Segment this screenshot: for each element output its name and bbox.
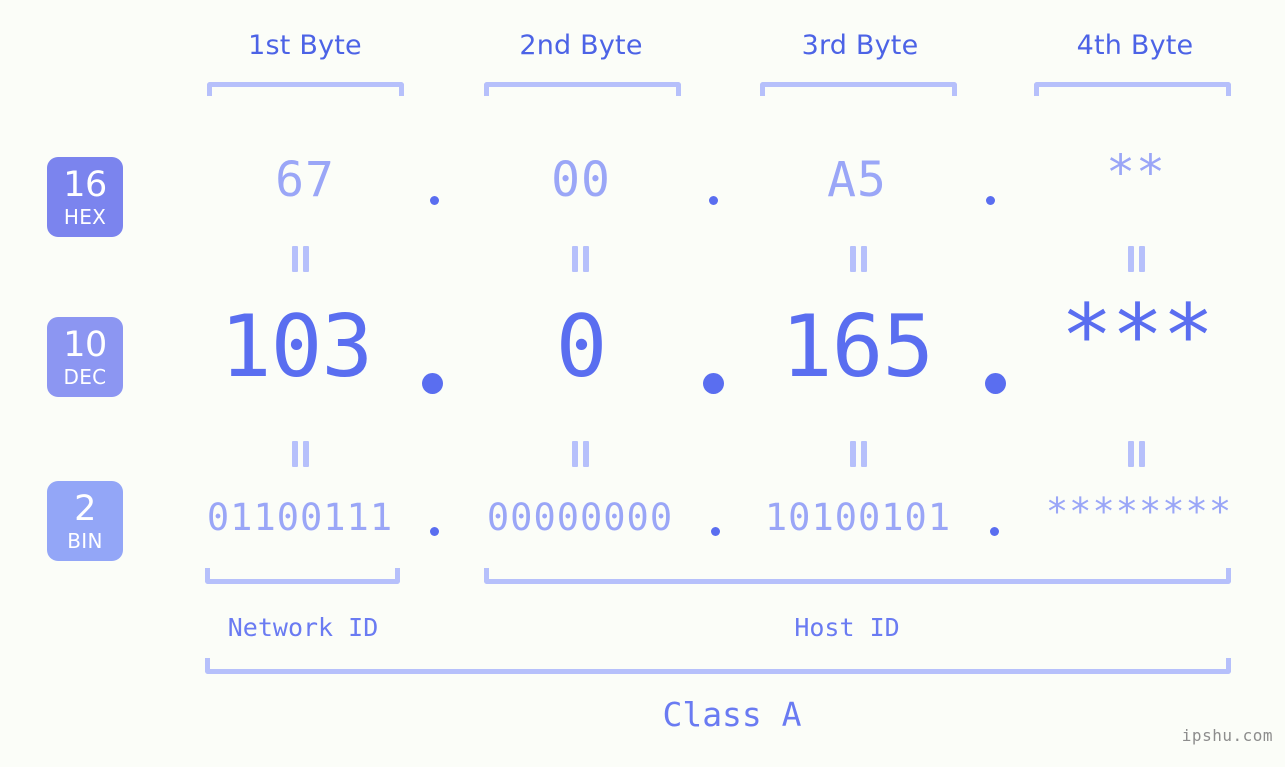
network-id-label: Network ID [227, 613, 379, 642]
network-id-bracket [205, 568, 400, 584]
host-id-label: Host ID [794, 613, 900, 642]
equals-connector-hex-dec-3 [849, 246, 868, 272]
base-badge-hex-label: HEX [63, 204, 107, 229]
byte-bracket-top-3 [760, 82, 957, 96]
base-badge-dec-number: 10 [63, 324, 107, 365]
bin-value-byte-4: ******** [1045, 490, 1233, 533]
class-label: Class A [662, 695, 802, 734]
ip-address-breakdown-diagram: 1st Byte 2nd Byte 3rd Byte 4th Byte 16 H… [0, 0, 1285, 767]
dec-value-byte-1: 103 [219, 297, 373, 397]
dec-value-byte-3: 165 [780, 297, 934, 397]
dec-value-byte-2: 0 [555, 297, 608, 397]
hex-dot-separator-1 [430, 196, 439, 205]
hex-value-byte-2: 00 [551, 152, 611, 208]
byte-bracket-top-1 [207, 82, 404, 96]
bin-value-byte-2: 00000000 [486, 496, 674, 539]
hex-value-byte-1: 67 [275, 152, 335, 208]
byte-bracket-top-2 [484, 82, 681, 96]
byte-header-3: 3rd Byte [801, 30, 919, 61]
base-badge-dec-label: DEC [63, 364, 107, 389]
hex-value-byte-4: ** [1106, 145, 1166, 201]
byte-header-2: 2nd Byte [519, 30, 643, 61]
base-badge-bin-label: BIN [67, 528, 103, 553]
equals-connector-dec-bin-1 [291, 441, 310, 467]
hex-value-byte-3: A5 [827, 152, 887, 208]
equals-connector-hex-dec-2 [571, 246, 590, 272]
bin-dot-separator-1 [430, 527, 439, 536]
base-badge-bin: 2 BIN [47, 481, 123, 561]
byte-header-1: 1st Byte [248, 30, 362, 61]
dec-dot-separator-1 [422, 373, 443, 394]
equals-connector-dec-bin-2 [571, 441, 590, 467]
equals-connector-hex-dec-1 [291, 246, 310, 272]
bin-dot-separator-3 [990, 527, 999, 536]
dec-dot-separator-2 [703, 373, 724, 394]
dec-dot-separator-3 [985, 373, 1006, 394]
hex-dot-separator-3 [986, 196, 995, 205]
base-badge-dec: 10 DEC [47, 317, 123, 397]
equals-connector-dec-bin-3 [849, 441, 868, 467]
hex-dot-separator-2 [709, 196, 718, 205]
equals-connector-hex-dec-4 [1127, 246, 1146, 272]
host-id-bracket [484, 568, 1231, 584]
byte-header-4: 4th Byte [1076, 30, 1194, 61]
site-watermark: ipshu.com [1181, 726, 1273, 745]
bin-dot-separator-2 [711, 527, 720, 536]
class-bracket [205, 658, 1231, 674]
base-badge-bin-number: 2 [74, 488, 96, 529]
equals-connector-dec-bin-4 [1127, 441, 1146, 467]
base-badge-hex-number: 16 [63, 164, 107, 205]
bin-value-byte-3: 10100101 [764, 496, 952, 539]
byte-bracket-top-4 [1034, 82, 1231, 96]
dec-value-byte-4: *** [1060, 286, 1214, 386]
base-badge-hex: 16 HEX [47, 157, 123, 237]
bin-value-byte-1: 01100111 [206, 496, 394, 539]
